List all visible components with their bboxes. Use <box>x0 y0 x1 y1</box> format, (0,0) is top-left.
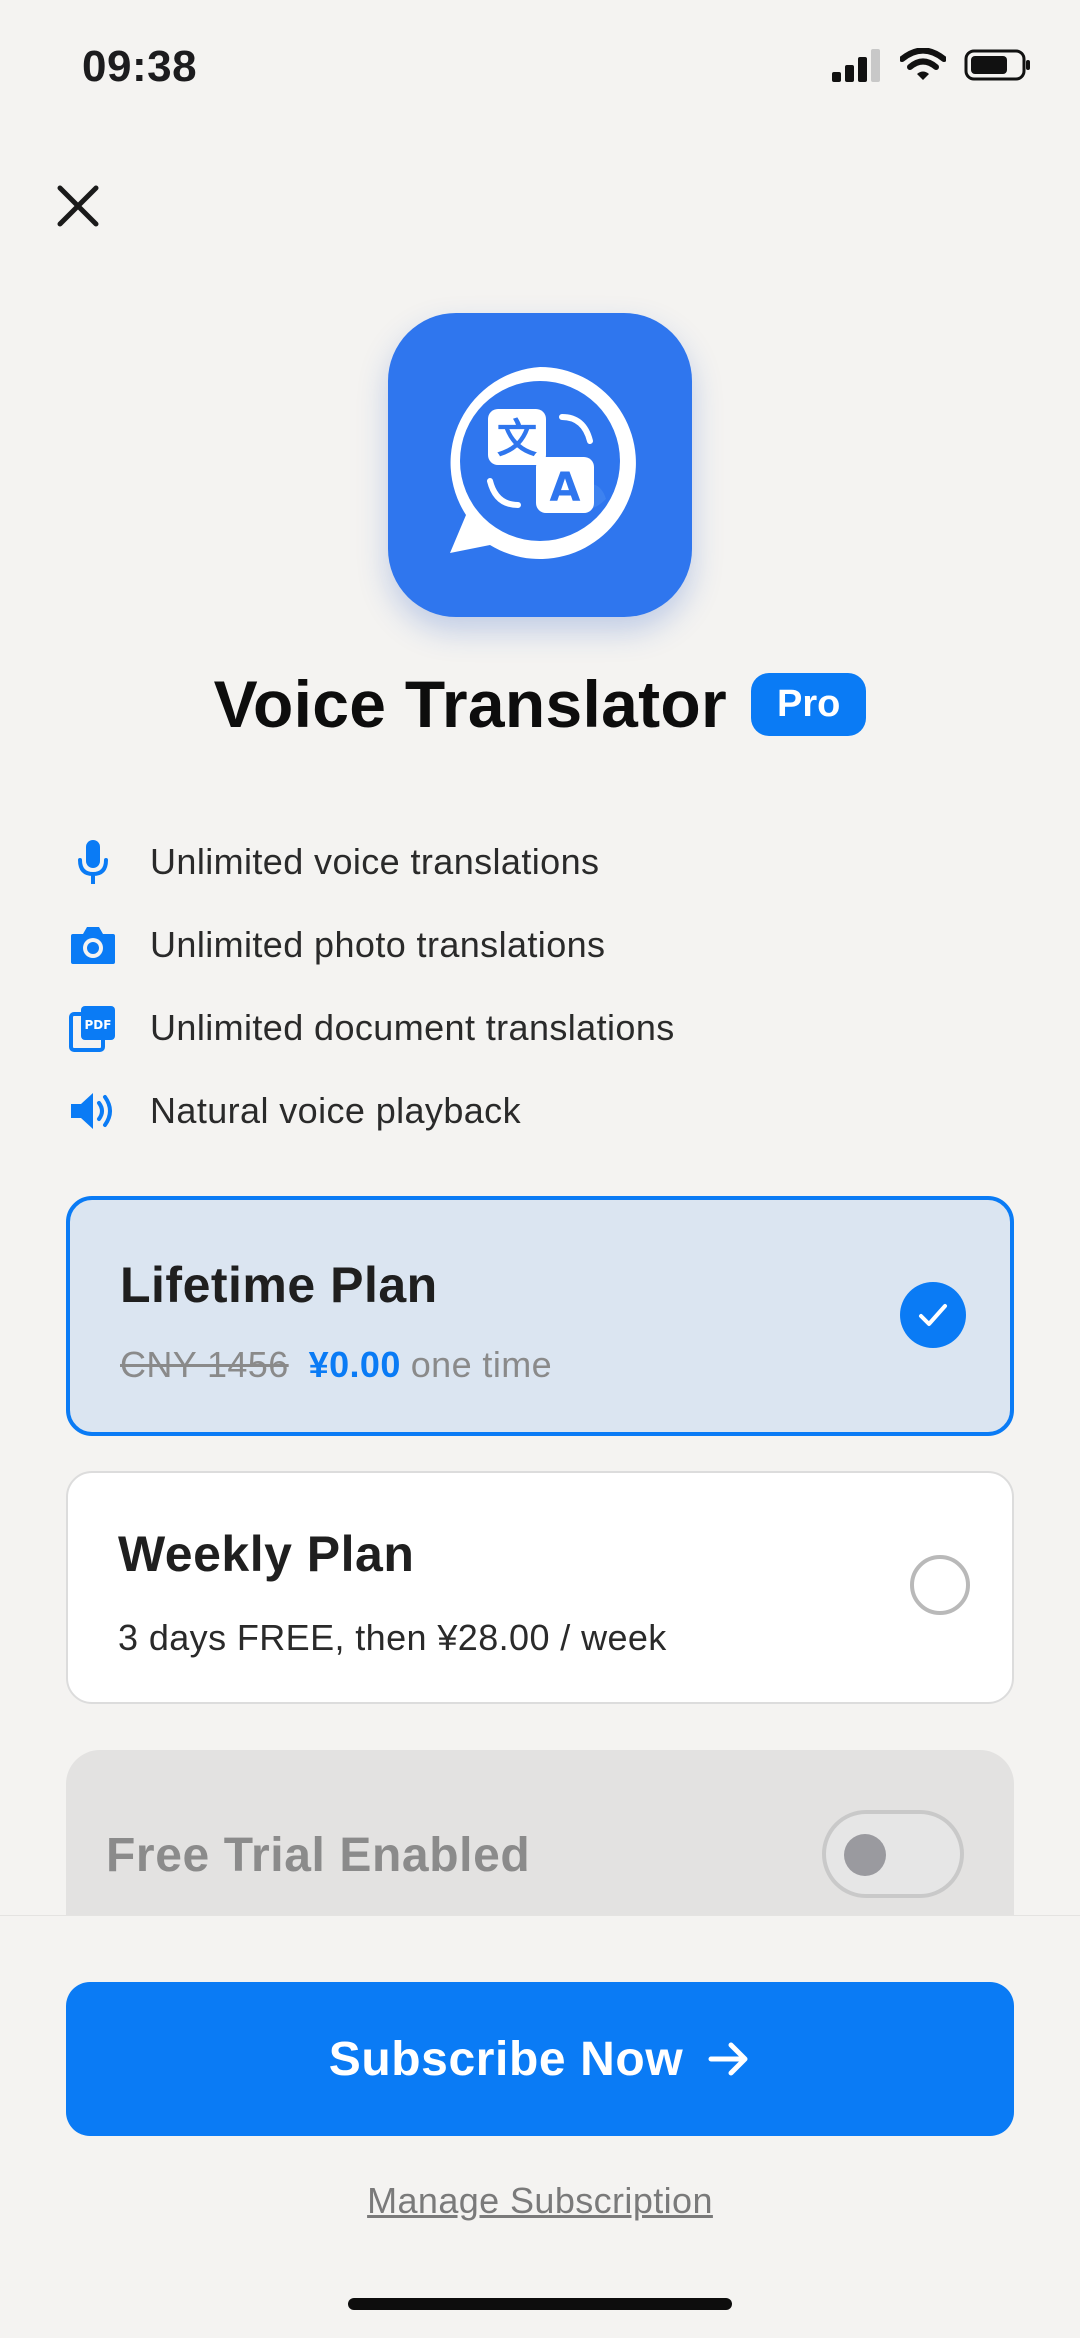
plan-details: 3 days FREE, then ¥28.00 / week <box>118 1617 667 1658</box>
status-icons <box>832 48 1032 82</box>
pdf-document-icon: PDF <box>68 1003 118 1053</box>
feature-label: Unlimited document translations <box>150 1006 675 1048</box>
home-indicator <box>348 2298 732 2310</box>
wifi-icon <box>900 48 946 80</box>
subscribe-button[interactable]: Subscribe Now <box>66 1982 1014 2136</box>
app-title: Voice Translator <box>213 667 728 741</box>
pro-badge: Pro <box>751 672 867 736</box>
battery-icon <box>964 49 1030 81</box>
feature-item-photo: Unlimited photo translations <box>68 903 1008 986</box>
cellular-signal-icon <box>832 49 880 82</box>
plan-name: Weekly Plan <box>118 1526 415 1582</box>
microphone-icon <box>68 837 118 887</box>
price-suffix: one time <box>410 1344 553 1385</box>
feature-label: Unlimited voice translations <box>150 840 600 882</box>
feature-item-voice: Unlimited voice translations <box>68 820 1008 903</box>
plan-price: CNY 1456 ¥0.00 one time <box>120 1344 552 1386</box>
plan-weekly[interactable]: Weekly Plan 3 days FREE, then ¥28.00 / w… <box>66 1471 1014 1704</box>
title-row: Voice Translator Pro <box>0 666 1080 742</box>
close-icon <box>57 185 99 227</box>
feature-label: Natural voice playback <box>150 1089 521 1131</box>
feature-item-document: PDF Unlimited document translations <box>68 986 1008 1069</box>
camera-icon <box>68 920 118 970</box>
selected-check <box>900 1282 966 1348</box>
current-price: ¥0.00 <box>308 1344 401 1385</box>
old-price: CNY 1456 <box>120 1344 289 1385</box>
manage-subscription-link[interactable]: Manage Subscription <box>0 2180 1080 2222</box>
free-trial-toggle[interactable] <box>822 1810 964 1898</box>
speaker-icon <box>68 1086 118 1136</box>
feature-item-playback: Natural voice playback <box>68 1069 1008 1152</box>
free-trial-label: Free Trial Enabled <box>106 1829 531 1882</box>
svg-text:文: 文 <box>497 416 537 462</box>
arrow-right-icon <box>708 2042 748 2076</box>
app-icon: 文 A <box>388 313 692 617</box>
toggle-knob <box>844 1834 886 1876</box>
subscribe-label: Subscribe Now <box>328 2032 684 2086</box>
plan-name: Lifetime Plan <box>120 1257 438 1313</box>
checkmark-icon <box>919 1304 947 1326</box>
svg-text:A: A <box>550 465 581 511</box>
unselected-radio <box>910 1555 970 1615</box>
plan-lifetime[interactable]: Lifetime Plan CNY 1456 ¥0.00 one time <box>66 1196 1014 1436</box>
svg-text:PDF: PDF <box>85 1018 112 1032</box>
feature-label: Unlimited photo translations <box>150 923 606 965</box>
feature-list: Unlimited voice translations Unlimited p… <box>68 820 1008 1152</box>
close-button[interactable] <box>48 176 108 236</box>
translate-globe-icon: 文 A <box>450 367 636 559</box>
status-time: 09:38 <box>82 42 198 91</box>
status-bar: 09:38 <box>0 0 1080 130</box>
